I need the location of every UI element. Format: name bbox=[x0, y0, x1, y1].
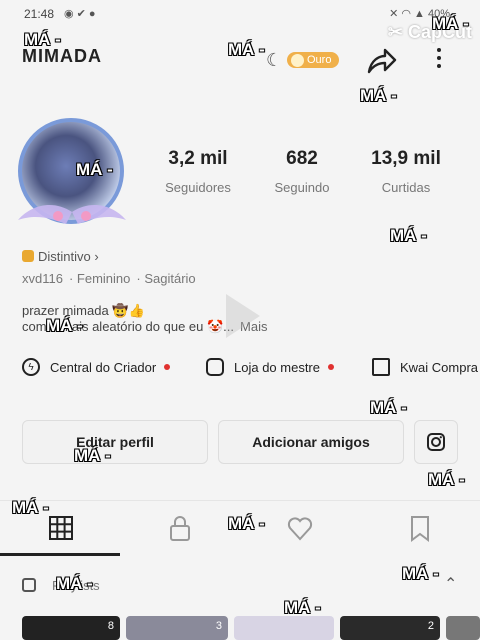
level-badge[interactable]: Ouro bbox=[287, 52, 340, 68]
avatar-frame-wings bbox=[18, 205, 126, 224]
chevron-up-icon[interactable]: ⌃ bbox=[444, 574, 457, 594]
video-watermark: MÁ - bbox=[432, 14, 469, 33]
video-thumbnails: 8 3 2 bbox=[0, 616, 480, 640]
video-watermark: MÁ - bbox=[74, 446, 111, 465]
video-watermark: MÁ - bbox=[228, 40, 265, 59]
video-watermark: MÁ - bbox=[370, 398, 407, 417]
edit-profile-button[interactable]: Editar perfil bbox=[22, 420, 208, 464]
video-thumbnail[interactable]: 3 bbox=[126, 616, 228, 640]
notification-dot bbox=[164, 364, 171, 370]
video-watermark: MÁ - bbox=[46, 316, 83, 335]
notification-icon: ◉ ✔ ● bbox=[64, 8, 96, 20]
video-watermark: MÁ - bbox=[284, 598, 321, 617]
video-thumbnail[interactable]: 2 bbox=[340, 616, 440, 640]
lock-icon[interactable] bbox=[165, 513, 195, 543]
video-watermark: MÁ - bbox=[390, 226, 427, 245]
active-tab-indicator bbox=[0, 553, 120, 556]
shop-icon bbox=[206, 358, 224, 376]
share-icon[interactable] bbox=[365, 46, 397, 76]
video-watermark: MÁ - bbox=[402, 564, 439, 583]
coin-icon bbox=[291, 54, 304, 67]
video-watermark: MÁ - bbox=[228, 514, 265, 533]
notification-dot bbox=[328, 364, 334, 370]
master-shop-link[interactable]: Loja do mestre bbox=[206, 358, 334, 376]
more-options-icon[interactable] bbox=[432, 44, 446, 78]
video-watermark: MÁ - bbox=[76, 160, 113, 179]
video-thumbnail[interactable]: 8 bbox=[22, 616, 120, 640]
video-watermark: MÁ - bbox=[56, 574, 93, 593]
video-watermark: MÁ - bbox=[428, 470, 465, 489]
profile-meta: xvd116 · Feminino · Sagitário bbox=[22, 271, 196, 286]
stat-followers[interactable]: 3,2 mil Seguidores bbox=[156, 148, 240, 195]
video-thumbnail[interactable] bbox=[446, 616, 480, 640]
add-friends-button[interactable]: Adicionar amigos bbox=[218, 420, 404, 464]
stat-likes[interactable]: 13,9 mil Curtidas bbox=[362, 148, 450, 195]
bag-icon bbox=[372, 358, 390, 376]
grid-icon[interactable] bbox=[46, 513, 76, 543]
lightning-icon: ϟ bbox=[22, 358, 40, 376]
kwai-shopping-link[interactable]: Kwai Compra bbox=[372, 358, 480, 376]
bio-line-1: prazer mimada 🤠👍 bbox=[22, 303, 145, 318]
stat-following[interactable]: 682 Seguindo bbox=[262, 148, 342, 195]
badge-icon bbox=[22, 250, 34, 262]
bookmark-icon[interactable] bbox=[405, 513, 435, 543]
distintivo-link[interactable]: Distintivo › bbox=[22, 249, 99, 264]
video-play-overlay bbox=[226, 294, 260, 338]
status-time: 21:48 bbox=[24, 7, 55, 21]
instagram-button[interactable] bbox=[414, 420, 458, 464]
video-watermark: MÁ - bbox=[360, 86, 397, 105]
playlist-icon bbox=[22, 578, 36, 592]
video-watermark: MÁ - bbox=[12, 498, 49, 517]
video-watermark: MÁ - bbox=[24, 30, 61, 49]
moon-icon: ☾ bbox=[266, 50, 283, 70]
creator-center-link[interactable]: ϟ Central do Criador bbox=[22, 358, 171, 376]
heart-icon[interactable] bbox=[285, 513, 315, 543]
instagram-icon bbox=[427, 433, 445, 451]
video-thumbnail[interactable] bbox=[234, 616, 334, 640]
